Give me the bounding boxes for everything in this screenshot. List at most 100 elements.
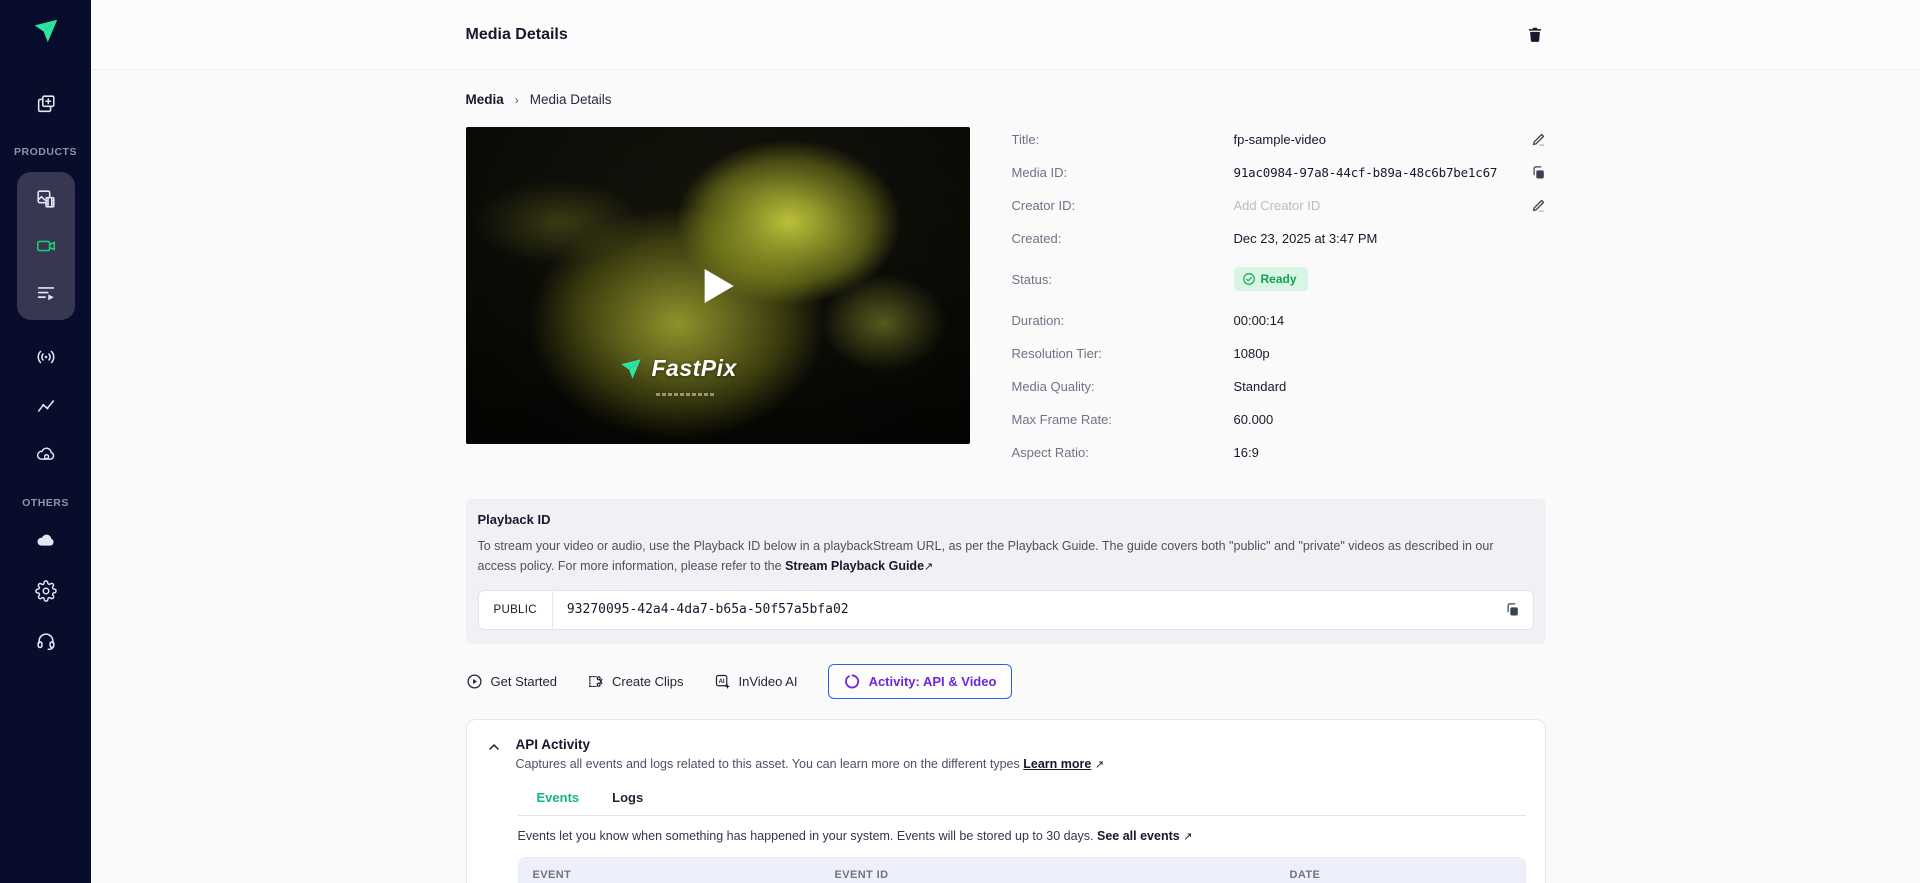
column-header-event: EVENT <box>532 868 572 881</box>
delivery-icon[interactable] <box>34 443 58 467</box>
meta-row-title: Title: fp-sample-video <box>1012 129 1546 149</box>
app-window: PRODUCTS OTHERS Media Details Media › Me… <box>0 0 1920 883</box>
meta-value-resolution: 1080p <box>1233 345 1270 361</box>
meta-row-resolution: Resolution Tier: 1080p <box>1012 343 1546 363</box>
learn-more-link[interactable]: Learn more <box>1023 757 1091 771</box>
watermark-label: FastPix <box>651 355 737 381</box>
api-activity-description: Captures all events and logs related to … <box>515 756 1105 771</box>
page-title: Media Details <box>465 25 568 43</box>
meta-label: Title: <box>1011 131 1040 147</box>
playback-visibility-label: PUBLIC <box>479 590 553 629</box>
video-watermark: FastPix <box>618 355 737 382</box>
playback-panel-title: Playback ID <box>477 512 551 527</box>
playback-id-panel: Playback ID To stream your video or audi… <box>465 499 1546 644</box>
stream-playback-guide-link[interactable]: Stream Playback Guide <box>785 559 924 573</box>
events-table: EVENT EVENT ID DATE video.media.impose_t… <box>517 856 1526 883</box>
delete-media-button[interactable] <box>1524 23 1546 46</box>
video-icon[interactable] <box>34 234 58 258</box>
meta-label: Media ID: <box>1011 164 1068 180</box>
tab-activity-api-video[interactable]: Activity: API & Video <box>827 663 1013 699</box>
live-stream-icon[interactable] <box>34 345 58 369</box>
meta-label: Duration: <box>1011 312 1065 328</box>
breadcrumb-media-link[interactable]: Media <box>466 92 504 107</box>
edit-title-button[interactable] <box>1524 132 1546 147</box>
watermark-tagline <box>655 393 714 396</box>
fastpix-watermark-icon <box>618 356 644 382</box>
tab-label: Get Started <box>490 673 557 689</box>
main-area: Media Details Media › Media Details Fast… <box>91 0 1920 883</box>
breadcrumb-current: Media Details <box>529 92 612 107</box>
sidebar-others-label: OTHERS <box>22 497 69 509</box>
meta-value-framerate: 60.000 <box>1233 411 1274 427</box>
subtab-events[interactable]: Events <box>537 790 580 815</box>
sidebar: PRODUCTS OTHERS <box>0 0 91 883</box>
meta-value-quality: Standard <box>1233 378 1287 394</box>
meta-label: Max Frame Rate: <box>1011 411 1112 427</box>
copy-media-id-button[interactable] <box>1524 165 1546 180</box>
meta-row-status: Status: Ready <box>1012 267 1546 291</box>
media-metadata: Title: fp-sample-video Media ID: 91ac098… <box>1012 127 1546 475</box>
play-circle-icon <box>466 673 483 690</box>
meta-value-media-id: 91ac0984-97a8-44cf-b89a-48c6b7be1c67 <box>1233 164 1498 180</box>
external-link-icon: ↗ <box>924 561 934 573</box>
playlist-icon[interactable] <box>34 281 58 305</box>
status-badge: Ready <box>1233 267 1308 291</box>
sidebar-middle-items <box>34 345 58 467</box>
activity-subtabs: Events Logs <box>537 790 1526 815</box>
collapse-section-button[interactable] <box>486 737 502 755</box>
meta-row-media-id: Media ID: 91ac0984-97a8-44cf-b89a-48c6b7… <box>1012 162 1546 182</box>
external-link-icon: ↗ <box>1094 758 1105 771</box>
copy-playback-id-button[interactable] <box>1505 602 1533 617</box>
svg-text:AI: AI <box>718 679 724 685</box>
tab-invideo-ai[interactable]: AI InVideo AI <box>714 665 798 698</box>
subtab-divider <box>517 814 1526 816</box>
add-media-icon[interactable] <box>34 92 58 116</box>
sidebar-products-label: PRODUCTS <box>14 146 77 158</box>
column-header-date: DATE <box>1289 868 1321 881</box>
ai-badge-icon: AI <box>714 673 731 690</box>
column-header-event-id: EVENT ID <box>834 868 889 881</box>
subtab-logs[interactable]: Logs <box>612 790 643 815</box>
meta-value-creator-id-placeholder[interactable]: Add Creator ID <box>1234 198 1524 213</box>
support-headset-icon[interactable] <box>34 629 58 653</box>
tab-label: InVideo AI <box>738 673 798 689</box>
meta-label: Resolution Tier: <box>1011 345 1102 361</box>
sidebar-products-group <box>16 172 75 320</box>
fastpix-logo-icon[interactable] <box>31 16 61 46</box>
trash-icon <box>1526 25 1544 44</box>
settings-gear-icon[interactable] <box>34 579 58 603</box>
playback-id-row: PUBLIC 93270095-42a4-4da7-b65a-50f57a5bf… <box>477 589 1534 630</box>
api-activity-title: API Activity <box>515 736 591 752</box>
storage-cloud-icon[interactable] <box>34 529 58 553</box>
media-library-icon[interactable] <box>34 187 58 211</box>
meta-label: Creator ID: <box>1011 197 1076 213</box>
external-link-icon: ↗ <box>1183 830 1193 843</box>
tab-label: Create Clips <box>611 673 684 689</box>
page-content: Media › Media Details FastPix Title: fp-… <box>91 70 1920 883</box>
meta-row-created: Created: Dec 23, 2025 at 3:47 PM <box>1012 228 1546 248</box>
meta-row-quality: Media Quality: Standard <box>1012 376 1546 396</box>
edit-creator-id-button[interactable] <box>1524 198 1546 213</box>
analytics-icon[interactable] <box>34 394 58 418</box>
meta-row-creator-id: Creator ID: Add Creator ID <box>1012 195 1546 215</box>
clips-scissors-icon <box>587 673 604 690</box>
status-badge-label: Ready <box>1260 272 1297 286</box>
meta-row-aspect: Aspect Ratio: 16:9 <box>1012 442 1546 462</box>
see-all-events-link[interactable]: See all events <box>1097 829 1180 843</box>
meta-value-created: Dec 23, 2025 at 3:47 PM <box>1233 230 1378 246</box>
play-icon[interactable] <box>704 268 734 303</box>
activity-spinner-icon <box>844 673 861 690</box>
chevron-right-icon: › <box>514 92 519 107</box>
sidebar-bottom-items <box>34 529 58 653</box>
meta-label: Media Quality: <box>1011 378 1095 394</box>
video-player[interactable]: FastPix <box>465 127 970 444</box>
meta-label: Status: <box>1011 271 1052 287</box>
detail-tabs: Get Started Create Clips AI InVideo AI A… <box>466 663 1546 699</box>
playback-panel-description: To stream your video or audio, use the P… <box>477 539 1494 573</box>
page-header: Media Details <box>91 0 1920 70</box>
playback-id-value[interactable]: 93270095-42a4-4da7-b65a-50f57a5bfa02 <box>553 602 1505 617</box>
meta-value-title: fp-sample-video <box>1233 131 1327 147</box>
tab-get-started[interactable]: Get Started <box>466 665 557 698</box>
tab-label: Activity: API & Video <box>868 673 997 689</box>
tab-create-clips[interactable]: Create Clips <box>587 665 684 698</box>
